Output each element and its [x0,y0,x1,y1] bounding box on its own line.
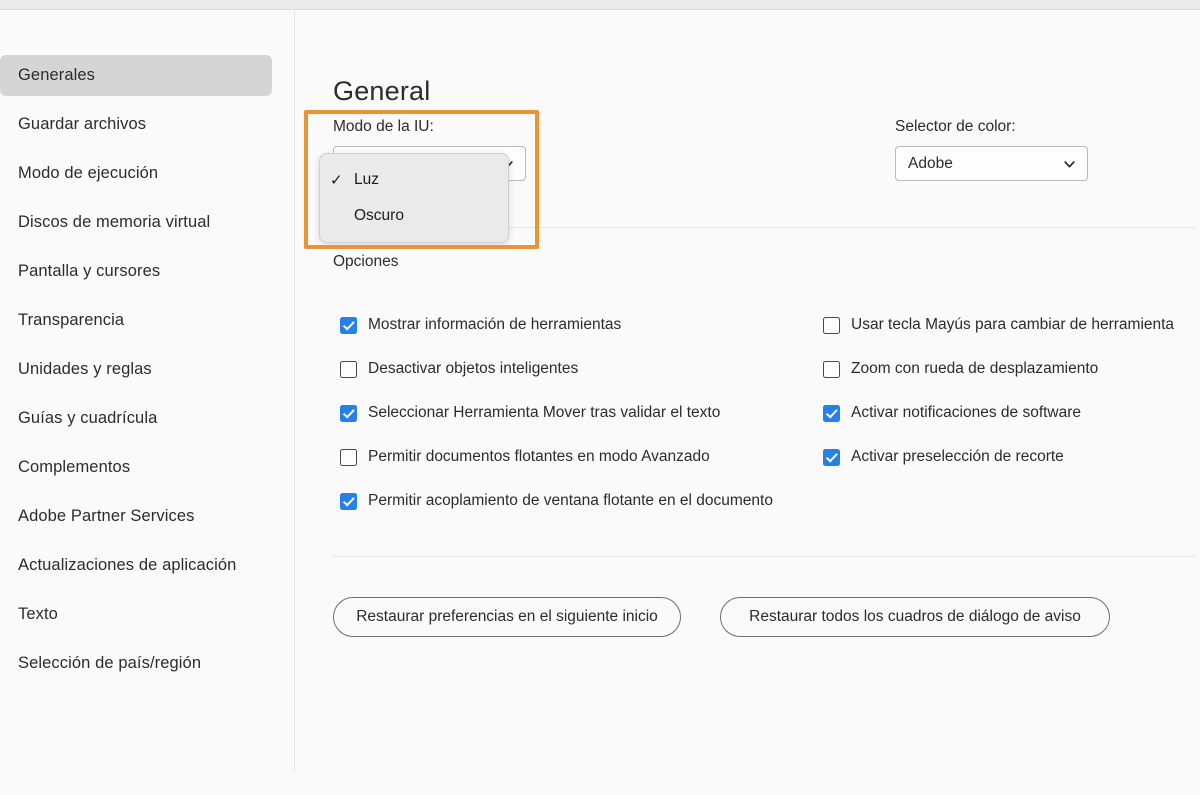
option-label: Usar tecla Mayús para cambiar de herrami… [851,316,1174,334]
sidebar-item-6[interactable]: Unidades y reglas [0,349,272,390]
option-row[interactable]: Usar tecla Mayús para cambiar de herrami… [823,314,1200,336]
option-row[interactable]: Permitir documentos flotantes en modo Av… [340,446,840,468]
ui-mode-option-label: Oscuro [354,207,404,225]
ui-mode-label: Modo de la IU: [333,118,528,136]
reset-preferences-button[interactable]: Restaurar preferencias en el siguiente i… [333,597,681,637]
sidebar-item-9[interactable]: Adobe Partner Services [0,496,272,537]
checkbox-unchecked-icon[interactable] [340,361,357,378]
sidebar-item-0[interactable]: Generales [0,55,272,96]
preferences-main-panel: General Modo de la IU: Luz ✓ Luz Oscuro … [295,11,1200,795]
option-label: Activar preselección de recorte [851,448,1064,466]
checkbox-checked-icon[interactable] [340,317,357,334]
option-label: Permitir documentos flotantes en modo Av… [368,448,710,466]
option-label: Desactivar objetos inteligentes [368,360,578,378]
sidebar-item-label: Adobe Partner Services [18,507,194,526]
checkbox-checked-icon[interactable] [823,449,840,466]
preferences-sidebar: Generales Guardar archivos Modo de ejecuci… [0,11,294,795]
sidebar-item-11[interactable]: Texto [0,594,272,635]
chevron-down-icon [1063,157,1076,170]
option-row[interactable]: Desactivar objetos inteligentes [340,358,840,380]
option-row[interactable]: Mostrar información de herramientas [340,314,840,336]
sidebar-item-label: Actualizaciones de aplicación [18,556,236,575]
section-divider-bottom [333,556,1195,557]
sidebar-item-2[interactable]: Modo de ejecución [0,153,272,194]
option-label: Mostrar información de herramientas [368,316,621,334]
checkbox-unchecked-icon[interactable] [823,361,840,378]
checkbox-unchecked-icon[interactable] [823,317,840,334]
sidebar-item-label: Selección de país/región [18,654,201,673]
checkbox-checked-icon[interactable] [823,405,840,422]
options-section-label: Opciones [333,253,398,271]
sidebar-item-3[interactable]: Discos de memoria virtual [0,202,272,243]
page-title: General [333,76,430,107]
option-label: Seleccionar Herramienta Mover tras valid… [368,404,720,422]
ui-mode-option-label: Luz [354,171,379,189]
reset-warning-dialogs-button[interactable]: Restaurar todos los cuadros de diálogo d… [720,597,1110,637]
sidebar-item-8[interactable]: Complementos [0,447,272,488]
option-row[interactable]: Activar notificaciones de software [823,402,1200,424]
sidebar-item-label: Unidades y reglas [18,360,152,379]
window-title-bar [0,0,1200,10]
sidebar-item-1[interactable]: Guardar archivos [0,104,272,145]
ui-mode-option-oscuro[interactable]: Oscuro [320,198,508,234]
option-row[interactable]: Activar preselección de recorte [823,446,1200,468]
sidebar-item-12[interactable]: Selección de país/región [0,643,272,684]
option-row[interactable]: Zoom con rueda de desplazamiento [823,358,1200,380]
sidebar-item-label: Pantalla y cursores [18,262,160,281]
option-label: Activar notificaciones de software [851,404,1081,422]
sidebar-item-label: Texto [18,605,58,624]
options-column-right: Usar tecla Mayús para cambiar de herrami… [823,314,1200,490]
sidebar-item-label: Transparencia [18,311,124,330]
option-label: Zoom con rueda de desplazamiento [851,360,1098,378]
ui-mode-dropdown-popup[interactable]: ✓ Luz Oscuro [319,153,509,243]
checkmark-icon: ✓ [330,173,354,188]
color-picker-select-value: Adobe [908,155,953,173]
checkbox-unchecked-icon[interactable] [340,449,357,466]
sidebar-item-label: Complementos [18,458,130,477]
sidebar-item-7[interactable]: Guías y cuadrícula [0,398,272,439]
checkbox-checked-icon[interactable] [340,493,357,510]
color-picker-select[interactable]: Adobe [895,146,1088,181]
option-row[interactable]: Seleccionar Herramienta Mover tras valid… [340,402,840,424]
checkbox-checked-icon[interactable] [340,405,357,422]
sidebar-item-label: Generales [18,66,95,85]
color-picker-field-group: Selector de color: Adobe [895,118,1090,181]
sidebar-item-label: Modo de ejecución [18,164,158,183]
option-row[interactable]: Permitir acoplamiento de ventana flotant… [340,490,840,512]
sidebar-item-label: Guías y cuadrícula [18,409,157,428]
ui-mode-option-luz[interactable]: ✓ Luz [320,162,508,198]
option-label: Permitir acoplamiento de ventana flotant… [368,492,773,510]
sidebar-item-label: Guardar archivos [18,115,146,134]
sidebar-item-4[interactable]: Pantalla y cursores [0,251,272,292]
sidebar-item-5[interactable]: Transparencia [0,300,272,341]
options-column-left: Mostrar información de herramientas Desac… [340,314,840,534]
sidebar-item-10[interactable]: Actualizaciones de aplicación [0,545,272,586]
sidebar-item-label: Discos de memoria virtual [18,213,210,232]
color-picker-label: Selector de color: [895,118,1090,136]
